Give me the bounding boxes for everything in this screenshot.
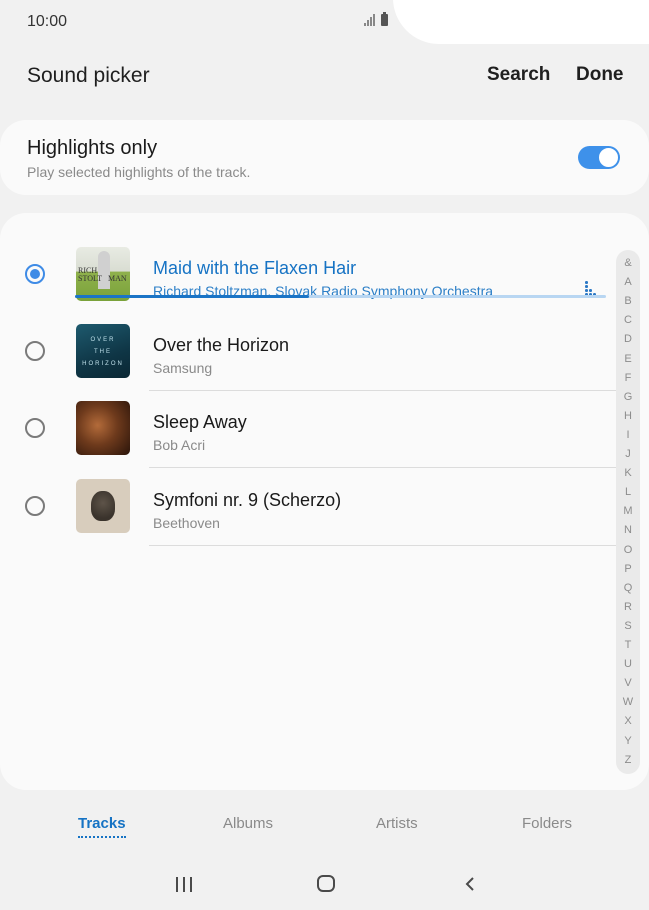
track-radio[interactable] (25, 418, 45, 438)
highlights-subtitle: Play selected highlights of the track. (27, 164, 251, 180)
tab-folders[interactable]: Folders (522, 815, 572, 832)
index-letter[interactable]: N (616, 524, 640, 536)
index-letter[interactable]: J (616, 448, 640, 460)
status-time: 10:00 (27, 13, 68, 30)
playing-equalizer-icon (584, 281, 598, 301)
track-artist: Beethoven (153, 515, 220, 531)
highlights-only-row[interactable]: Highlights only Play selected highlights… (0, 120, 649, 195)
track-row-maid-with-the-flaxen-hair[interactable]: RICH STOLT MAN Maid with the Flaxen Hair… (0, 237, 616, 314)
status-icons (364, 11, 388, 26)
index-letter[interactable]: O (616, 544, 640, 556)
track-title: Sleep Away (153, 412, 247, 432)
index-letter[interactable]: E (616, 353, 640, 365)
track-title: Symfoni nr. 9 (Scherzo) (153, 490, 342, 510)
index-letter[interactable]: L (616, 486, 640, 498)
index-letter[interactable]: B (616, 295, 640, 307)
track-row-sleep-away[interactable]: Sleep Away Bob Acri (0, 391, 616, 468)
album-art (76, 479, 130, 533)
toggle-knob (598, 147, 619, 168)
index-letter[interactable]: R (616, 601, 640, 613)
tab-albums[interactable]: Albums (223, 815, 273, 832)
index-letter[interactable]: X (616, 715, 640, 727)
tab-tracks[interactable]: Tracks (78, 815, 126, 838)
highlights-toggle[interactable] (578, 146, 620, 169)
index-letter[interactable]: C (616, 314, 640, 326)
index-letter[interactable]: & (616, 257, 640, 269)
track-artist: Bob Acri (153, 437, 206, 453)
track-radio[interactable] (25, 341, 45, 361)
track-title: Over the Horizon (153, 335, 290, 355)
index-letter[interactable]: P (616, 563, 640, 575)
index-letter[interactable]: H (616, 410, 640, 422)
divider (149, 467, 616, 468)
playback-progress-bar[interactable] (75, 295, 606, 298)
track-list: RICH STOLT MAN Maid with the Flaxen Hair… (0, 213, 649, 790)
done-button[interactable]: Done (576, 64, 624, 86)
track-row-over-the-horizon[interactable]: OVER THE HORIZON Over the Horizon Samsung (0, 314, 616, 391)
index-letter[interactable]: Q (616, 582, 640, 594)
track-radio[interactable] (25, 264, 45, 284)
index-letter[interactable]: Y (616, 735, 640, 747)
index-letter[interactable]: W (616, 696, 640, 708)
index-letter[interactable]: A (616, 276, 640, 288)
track-title: Maid with the Flaxen Hair (153, 258, 357, 278)
signal-icon (364, 13, 375, 26)
index-letter[interactable]: Z (616, 754, 640, 766)
index-letter[interactable]: V (616, 677, 640, 689)
playback-progress-fill (75, 295, 309, 298)
album-art (76, 401, 130, 455)
index-letter[interactable]: M (616, 505, 640, 517)
search-button[interactable]: Search (487, 64, 550, 86)
divider (149, 545, 616, 546)
track-artist: Samsung (153, 360, 213, 376)
index-letter[interactable]: K (616, 467, 640, 479)
system-nav-bar (0, 860, 649, 910)
tab-artists[interactable]: Artists (376, 815, 418, 832)
alphabet-index-scroller[interactable]: & A B C D E F G H I J K L M N O P Q R S T U V W X Y Z (616, 250, 640, 774)
page-title: Sound picker (27, 64, 150, 87)
recents-icon[interactable] (176, 877, 192, 892)
index-letter[interactable]: S (616, 620, 640, 632)
phone-screen: 10:00 Sound picker Search Done Highlight… (0, 0, 649, 910)
album-art: OVER THE HORIZON (76, 324, 130, 378)
index-letter[interactable]: U (616, 658, 640, 670)
bottom-tabs: Tracks Albums Artists Folders (0, 810, 649, 840)
index-letter[interactable]: G (616, 391, 640, 403)
battery-icon (381, 11, 388, 26)
highlights-title: Highlights only (27, 137, 158, 159)
home-icon[interactable] (317, 875, 335, 892)
back-icon[interactable] (464, 877, 478, 891)
index-letter[interactable]: F (616, 372, 640, 384)
index-letter[interactable]: T (616, 639, 640, 651)
camera-notch (393, 0, 649, 44)
album-art: RICH STOLT MAN (76, 247, 130, 301)
index-letter[interactable]: I (616, 429, 640, 441)
index-letter[interactable]: D (616, 333, 640, 345)
track-radio[interactable] (25, 496, 45, 516)
track-row-symfoni-nr-9[interactable]: Symfoni nr. 9 (Scherzo) Beethoven (0, 469, 616, 546)
